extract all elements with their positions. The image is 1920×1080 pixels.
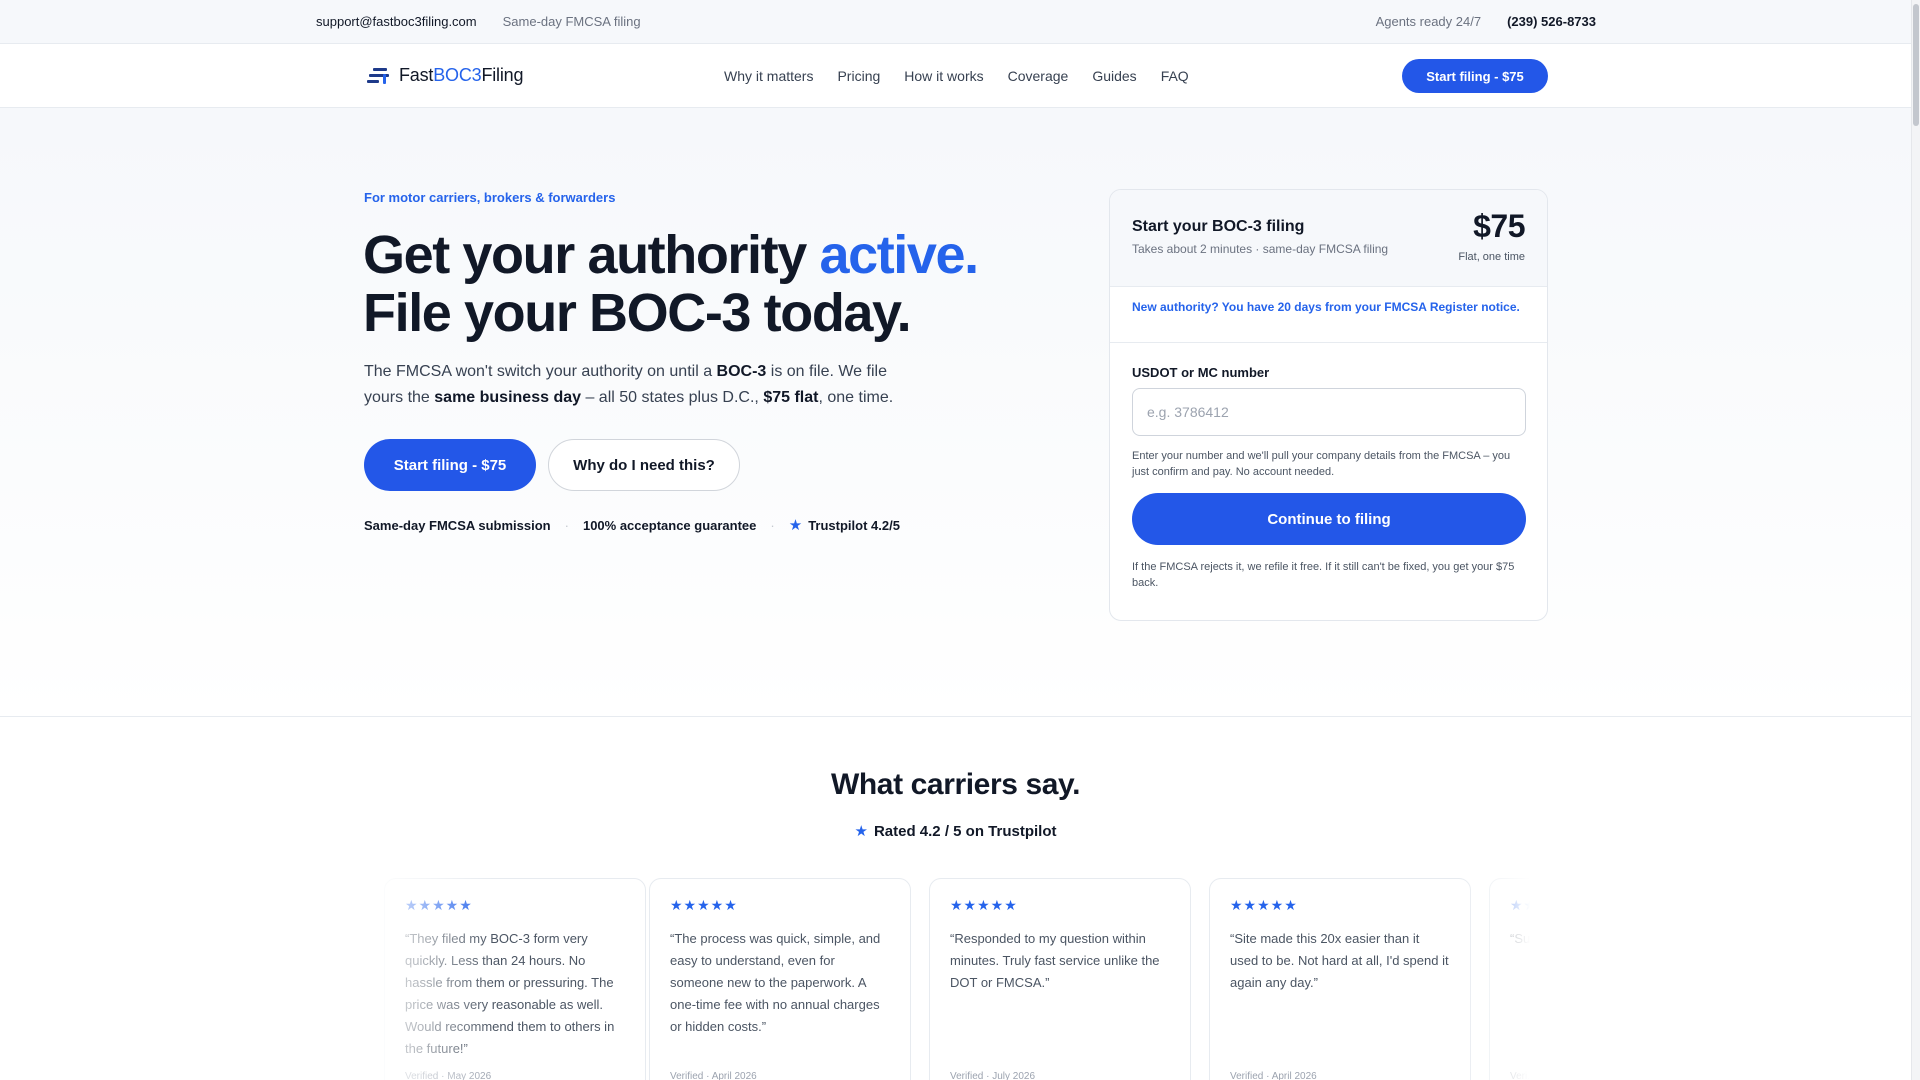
hero-start-filing-button[interactable]: Start filing - $75 bbox=[364, 439, 536, 491]
refund-guarantee-note: If the FMCSA rejects it, we refile it fr… bbox=[1132, 561, 1515, 589]
review-quote: “Responded to my question within minutes… bbox=[950, 931, 1160, 990]
headline-line1: Get your authority bbox=[363, 225, 820, 285]
brand-name-part1: Fast bbox=[399, 65, 434, 85]
trust-trustpilot: Trustpilot 4.2/5 bbox=[808, 517, 900, 533]
star-rating-icon: ★★★★★ bbox=[405, 897, 473, 913]
lede-bold-1: BOC-3 bbox=[716, 363, 767, 380]
review-meta: Verified · May 2026 bbox=[405, 1071, 492, 1080]
card-body: USDOT or MC number Enter your number and… bbox=[1110, 343, 1547, 613]
review-card: ★★★★★ “Responded to my question within m… bbox=[929, 878, 1191, 1080]
nav-faq[interactable]: FAQ bbox=[1161, 68, 1189, 84]
star-rating-icon: ★★★★★ bbox=[950, 897, 1018, 913]
trust-same-day: Same-day FMCSA submission bbox=[364, 517, 551, 533]
review-meta: Verified · July 2026 bbox=[950, 1071, 1036, 1080]
hero-description: The FMCSA won't switch your authority on… bbox=[364, 359, 924, 411]
card-price-note: Flat, one time bbox=[1458, 251, 1525, 263]
lede-text-1: The FMCSA won't switch your authority on… bbox=[364, 363, 717, 380]
nav-coverage[interactable]: Coverage bbox=[1008, 68, 1069, 84]
hero-section: For motor carriers, brokers & forwarders… bbox=[0, 108, 1911, 716]
brand-name: FastBOC3Filing bbox=[399, 65, 523, 86]
star-rating-icon: ★★ bbox=[1510, 897, 1538, 913]
brand-name-part2: BOC3 bbox=[433, 65, 482, 85]
review-card: ★★★★★ “The process was quick, simple, an… bbox=[649, 878, 911, 1080]
usdot-mc-input[interactable] bbox=[1132, 388, 1526, 436]
hero-headline: Get your authority active. File your BOC… bbox=[363, 225, 979, 343]
review-card: ★★ “Sup... easi... Veri... bbox=[1489, 878, 1548, 1080]
brand-name-part3: Filing bbox=[481, 65, 524, 85]
trust-indicators: Same-day FMCSA submission · 100% accepta… bbox=[364, 516, 900, 534]
review-meta: Veri... bbox=[1510, 1071, 1536, 1080]
field-help-text: Enter your number and we'll pull your co… bbox=[1132, 450, 1511, 478]
review-quote: “They filed my BOC-3 form very quickly. … bbox=[405, 931, 615, 1056]
review-quote: “Sup... easi... bbox=[1510, 931, 1548, 946]
reviews-carousel[interactable]: ★★★★★ “They filed my BOC-3 form very qui… bbox=[384, 878, 1548, 1080]
scrollbar-thumb[interactable] bbox=[1913, 4, 1919, 126]
review-meta: Verified · April 2026 bbox=[670, 1071, 757, 1080]
phone-link[interactable]: (239) 526-8733 bbox=[1507, 14, 1596, 29]
section-divider bbox=[0, 716, 1911, 717]
nav-guides[interactable]: Guides bbox=[1092, 68, 1136, 84]
hero-eyebrow: For motor carriers, brokers & forwarders bbox=[364, 190, 616, 205]
reviews-heading: What carriers say. bbox=[830, 768, 1081, 801]
logo-mark-icon bbox=[367, 66, 389, 86]
card-subtitle: Takes about 2 minutes · same-day FMCSA f… bbox=[1132, 242, 1389, 256]
nav-why-it-matters[interactable]: Why it matters bbox=[724, 68, 813, 84]
main-navigation: FastBOC3Filing Why it matters Pricing Ho… bbox=[0, 44, 1911, 108]
nav-how-it-works[interactable]: How it works bbox=[904, 68, 983, 84]
card-title: Start your BOC-3 filing bbox=[1132, 218, 1305, 235]
lede-bold-3: $75 flat bbox=[763, 389, 819, 406]
star-icon: ★ bbox=[854, 823, 868, 840]
star-rating-icon: ★★★★★ bbox=[1230, 897, 1298, 913]
nav-links: Why it matters Pricing How it works Cove… bbox=[724, 68, 1189, 84]
lede-bold-2: same business day bbox=[434, 389, 582, 406]
headline-accent: active. bbox=[819, 225, 979, 285]
card-price: $75 bbox=[1473, 208, 1525, 244]
separator-dot: · bbox=[564, 517, 569, 533]
top-utility-bar: support@fastboc3filing.com Same-day FMCS… bbox=[0, 0, 1911, 44]
headline-line2: File your BOC-3 today. bbox=[363, 283, 912, 343]
brand-logo[interactable]: FastBOC3Filing bbox=[367, 65, 523, 86]
continue-to-filing-button[interactable]: Continue to filing bbox=[1132, 493, 1526, 545]
separator-dot: · bbox=[770, 517, 775, 533]
card-header: Start your BOC-3 filing Takes about 2 mi… bbox=[1110, 190, 1547, 287]
new-authority-notice: New authority? You have 20 days from you… bbox=[1110, 287, 1547, 343]
usdot-field-label: USDOT or MC number bbox=[1132, 365, 1270, 380]
review-card: ★★★★★ “They filed my BOC-3 form very qui… bbox=[384, 878, 646, 1080]
agents-availability: Agents ready 24/7 bbox=[1375, 14, 1482, 29]
review-meta: Verified · April 2026 bbox=[1230, 1071, 1317, 1080]
filing-form-card: Start your BOC-3 filing Takes about 2 mi… bbox=[1109, 189, 1548, 621]
reviews-rating-text: Rated 4.2 / 5 on Trustpilot bbox=[873, 823, 1057, 840]
why-need-this-button[interactable]: Why do I need this? bbox=[548, 439, 740, 491]
nav-start-filing-button[interactable]: Start filing - $75 bbox=[1402, 59, 1548, 93]
star-icon: ★ bbox=[788, 517, 803, 534]
review-card: ★★★★★ “Site made this 20x easier than it… bbox=[1209, 878, 1471, 1080]
topbar-tagline: Same-day FMCSA filing bbox=[502, 14, 641, 29]
reviews-rating: ★ Rated 4.2 / 5 on Trustpilot bbox=[0, 822, 1911, 840]
lede-text-3: – all 50 states plus D.C., bbox=[581, 389, 764, 406]
review-quote: “The process was quick, simple, and easy… bbox=[670, 931, 881, 1034]
support-email-link[interactable]: support@fastboc3filing.com bbox=[316, 14, 477, 29]
page-scrollbar[interactable] bbox=[1911, 0, 1920, 1080]
trust-guarantee: 100% acceptance guarantee bbox=[582, 517, 757, 533]
star-rating-icon: ★★★★★ bbox=[670, 897, 738, 913]
nav-pricing[interactable]: Pricing bbox=[837, 68, 880, 84]
review-quote: “Site made this 20x easier than it used … bbox=[1230, 931, 1449, 990]
lede-text-4: , one time. bbox=[818, 389, 894, 406]
